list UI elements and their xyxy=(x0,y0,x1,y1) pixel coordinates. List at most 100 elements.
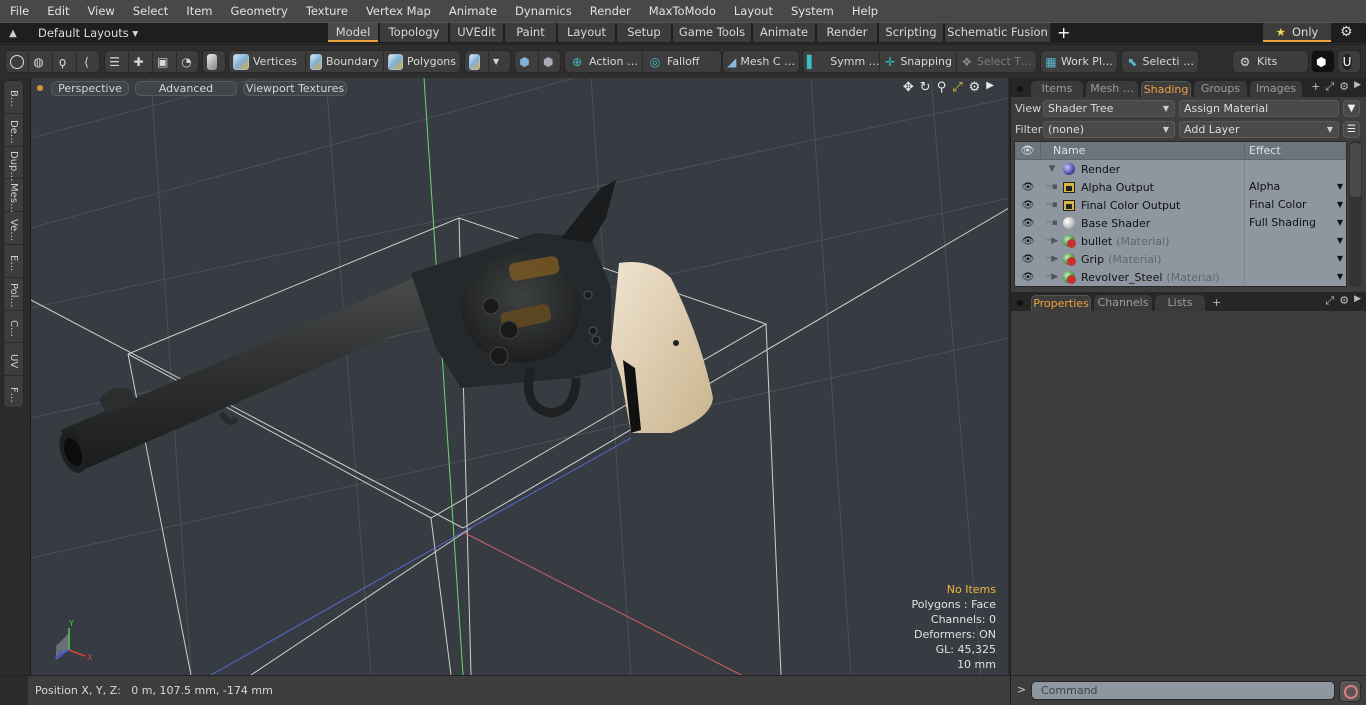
expand-arrow-icon[interactable]: ┄▶ xyxy=(1041,254,1063,264)
panel-arrow-icon[interactable]: ▶ xyxy=(1354,80,1361,94)
layout-tab-render[interactable]: Render xyxy=(817,23,877,42)
layout-tab-model[interactable]: Model xyxy=(328,23,378,42)
add-layout-tab-button[interactable]: + xyxy=(1057,23,1070,42)
effect-column-header[interactable]: Effect xyxy=(1245,144,1281,157)
move-view-icon[interactable]: ✥ xyxy=(903,80,914,95)
zoom-view-icon[interactable]: ⚲ xyxy=(937,80,947,95)
rotate-view-icon[interactable]: ↻ xyxy=(920,80,931,95)
menu-vertex-map[interactable]: Vertex Map xyxy=(356,0,439,22)
tree-row-alpha-output[interactable]: 👁 ┄▪ Alpha Output Alpha ▼ xyxy=(1015,178,1346,196)
layout-tab-layout[interactable]: Layout xyxy=(558,23,615,42)
visibility-eye-icon[interactable]: 👁 xyxy=(1015,218,1041,229)
tool-tab-ve[interactable]: Ve… xyxy=(4,212,23,245)
tree-row-bullet-material[interactable]: 👁 ┄▶ bullet (Material) ▼ xyxy=(1015,232,1346,250)
tab-mesh[interactable]: Mesh … xyxy=(1086,81,1138,97)
tool-tab-f[interactable]: F… xyxy=(4,376,23,409)
command-input[interactable] xyxy=(1031,681,1335,700)
layout-settings-gear-icon[interactable]: ⚙ xyxy=(1340,23,1353,42)
menu-texture[interactable]: Texture xyxy=(296,0,356,22)
menu-render[interactable]: Render xyxy=(580,0,639,22)
work-plane-button[interactable]: ▦ Work Pl… xyxy=(1041,51,1117,72)
expand-arrow-icon[interactable]: ┄▶ xyxy=(1041,272,1063,282)
layout-tab-animate[interactable]: Animate xyxy=(753,23,815,42)
circle-select-button[interactable] xyxy=(6,51,29,72)
visibility-eye-icon[interactable]: 👁 xyxy=(1015,272,1041,283)
menu-edit[interactable]: Edit xyxy=(37,0,77,22)
tab-shading[interactable]: Shading xyxy=(1141,81,1191,97)
tree-row-revolver-steel-material[interactable]: 👁 ┄▶ Revolver_Steel (Material) ▼ xyxy=(1015,268,1346,286)
effect-dropdown[interactable]: ▼ xyxy=(1245,250,1345,268)
action-center-button[interactable]: ⬢ xyxy=(515,51,539,72)
sphere-select-button[interactable]: ◍ xyxy=(29,51,53,72)
panel-dot-icon[interactable] xyxy=(1017,300,1023,306)
tab-properties[interactable]: Properties xyxy=(1031,295,1091,311)
menu-animate[interactable]: Animate xyxy=(439,0,505,22)
visibility-eye-icon[interactable]: 👁 xyxy=(1015,200,1041,211)
tab-groups[interactable]: Groups xyxy=(1194,81,1247,97)
tab-channels[interactable]: Channels xyxy=(1094,295,1152,311)
menu-item[interactable]: Item xyxy=(176,0,220,22)
tool-tab-mes[interactable]: Mes… xyxy=(4,179,23,213)
visibility-eye-icon[interactable]: 👁 xyxy=(1015,182,1041,193)
path-tool-button[interactable]: ⟨ xyxy=(77,51,100,72)
name-column-header[interactable]: Name xyxy=(1041,142,1245,160)
visibility-column-eye-icon[interactable]: 👁 xyxy=(1015,142,1041,160)
default-layouts-dropdown[interactable]: Default Layouts ▾ xyxy=(26,26,326,40)
tab-items[interactable]: Items xyxy=(1031,81,1083,97)
list-options-button[interactable]: ☰ xyxy=(1343,121,1360,138)
panel-gear-icon[interactable]: ⚙ xyxy=(1339,294,1349,308)
expand-arrow-icon[interactable]: ▼ xyxy=(1041,164,1063,174)
layout-tab-paint[interactable]: Paint xyxy=(505,23,556,42)
effect-dropdown[interactable]: ▼ xyxy=(1245,232,1345,250)
kits-button[interactable]: ⚙ Kits xyxy=(1233,51,1308,72)
view-select[interactable]: Shader Tree ▼ xyxy=(1043,100,1175,117)
menu-layout[interactable]: Layout xyxy=(724,0,781,22)
layout-tool-button[interactable]: ☰ xyxy=(105,51,129,72)
visibility-eye-icon[interactable]: 👁 xyxy=(1015,254,1041,265)
3d-viewport[interactable]: Y X Z Perspective Advanced Viewport Text… xyxy=(30,78,1008,675)
expand-panel-icon[interactable]: ⤢ xyxy=(1325,294,1334,308)
vertices-mode-button[interactable]: Vertices xyxy=(229,51,306,72)
perspective-button[interactable]: Perspective xyxy=(51,80,129,96)
square-tool-button[interactable]: ▣ xyxy=(153,51,177,72)
add-layer-dropdown[interactable]: Add Layer ▼ xyxy=(1179,121,1339,138)
only-toggle[interactable]: ★ Only xyxy=(1263,23,1331,42)
tree-row-render[interactable]: ▼ Render xyxy=(1015,160,1346,178)
assign-material-button[interactable]: Assign Material xyxy=(1179,100,1339,117)
visibility-eye-icon[interactable]: 👁 xyxy=(1015,236,1041,247)
snapping-button[interactable]: ✛ Snapping xyxy=(880,51,957,72)
tool-tab-uv[interactable]: UV xyxy=(4,343,23,377)
viewport-settings-gear-icon[interactable]: ⚙ xyxy=(969,80,981,95)
menu-help[interactable]: Help xyxy=(842,0,886,22)
effect-dropdown[interactable]: Alpha ▼ xyxy=(1245,178,1345,196)
material-mode-button[interactable] xyxy=(465,51,489,72)
viewport-status-dot[interactable] xyxy=(37,85,43,91)
effect-dropdown[interactable]: Final Color ▼ xyxy=(1245,196,1345,214)
tree-row-final-color-output[interactable]: 👁 ┄▪ Final Color Output Final Color ▼ xyxy=(1015,196,1346,214)
filter-funnel-button[interactable]: ▼ xyxy=(1343,100,1360,117)
collapse-up-icon[interactable]: ▲ xyxy=(0,28,26,39)
tab-lists[interactable]: Lists xyxy=(1155,295,1205,311)
filter-select[interactable]: (none) ▼ xyxy=(1043,121,1175,138)
layout-tab-game-tools[interactable]: Game Tools xyxy=(673,23,751,42)
layout-tab-setup[interactable]: Setup xyxy=(617,23,671,42)
select-through-button[interactable]: ❖ Select T… xyxy=(957,51,1036,72)
record-macro-button[interactable] xyxy=(1339,680,1361,702)
viewport-menu-arrow-icon[interactable]: ▶ xyxy=(986,80,994,95)
polygons-mode-button[interactable]: Polygons xyxy=(384,51,460,72)
dial-tool-button[interactable]: ◔ xyxy=(177,51,200,72)
menu-dynamics[interactable]: Dynamics xyxy=(505,0,580,22)
layout-tab-topology[interactable]: Topology xyxy=(380,23,448,42)
viewport-textures-button[interactable]: Viewport Textures xyxy=(243,80,347,96)
material-mode-dropdown[interactable]: ▼ xyxy=(489,51,510,72)
unreal-button[interactable]: U xyxy=(1338,51,1360,72)
tool-tab-dup[interactable]: Dup… xyxy=(4,147,23,181)
item-mode-button[interactable] xyxy=(203,51,225,72)
symmetry-button[interactable]: ▌ Symm … xyxy=(803,51,880,72)
menu-select[interactable]: Select xyxy=(123,0,176,22)
tab-images[interactable]: Images xyxy=(1250,81,1302,97)
panel-arrow-icon[interactable]: ▶ xyxy=(1354,294,1361,308)
tool-tab-c[interactable]: C… xyxy=(4,311,23,344)
menu-file[interactable]: File xyxy=(0,0,37,22)
tool-tab-e[interactable]: E… xyxy=(4,245,23,278)
